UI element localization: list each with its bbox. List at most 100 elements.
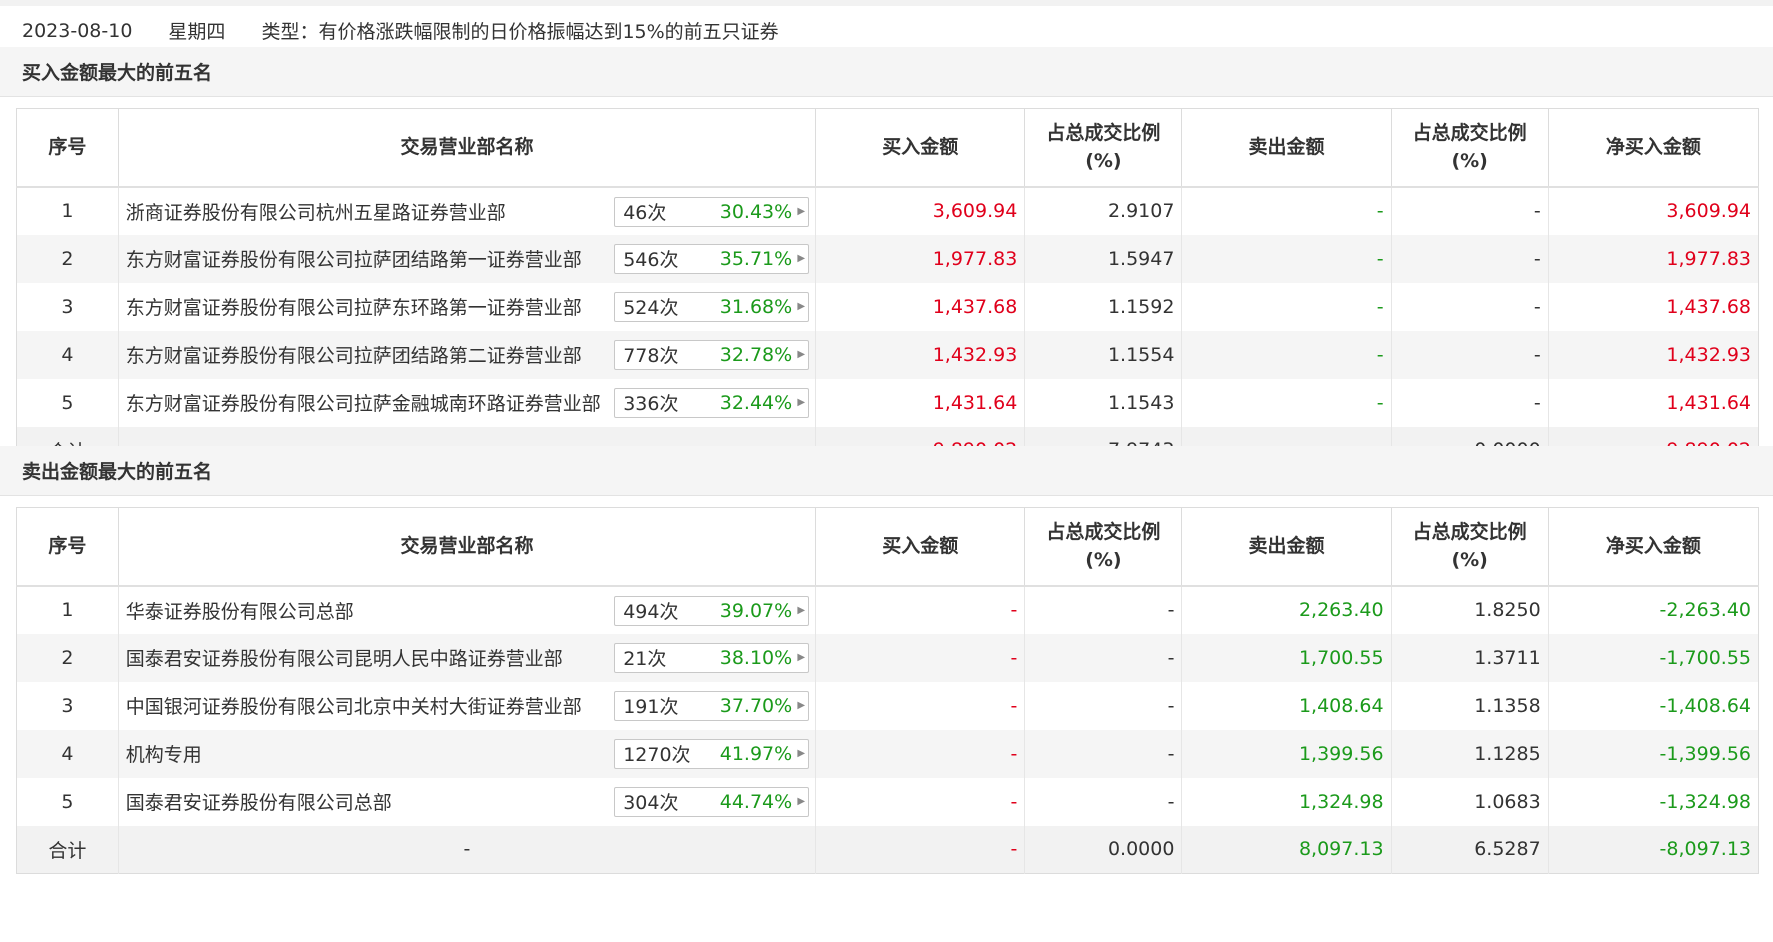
col-header-buy-ratio: 占总成交比例(%) — [1024, 507, 1182, 587]
branch-cell: 华泰证券股份有限公司总部 494次 39.07% ▶ — [117, 585, 816, 634]
table-row[interactable]: 1 浙商证券股份有限公司杭州五星路证券营业部 46次 30.43% ▶ 3,609.94 2… — [17, 186, 1759, 235]
col-header-branch: 交易营业部名称 — [117, 507, 816, 587]
branch-stats-button[interactable]: 46次 30.43% ▶ — [614, 196, 810, 227]
net-amount: 1,432.93 — [1547, 330, 1759, 379]
branch-win-rate: 32.78% — [719, 343, 793, 366]
branch-name-link[interactable]: 东方财富证券股份有限公司拉萨团结路第二证券营业部 — [126, 341, 610, 368]
total-row: 合计 - -0.0000 8,097.13 6.5287 -8,097.13 — [16, 825, 1759, 874]
row-index: 2 — [16, 633, 119, 682]
col-header-buy-ratio: 占总成交比例(%) — [1024, 108, 1182, 188]
branch-cell: 机构专用 1270次 41.97% ▶ — [117, 729, 816, 778]
col-header-index: 序号 — [16, 108, 119, 188]
branch-stats-button[interactable]: 336次 32.44% ▶ — [614, 387, 810, 418]
chevron-right-icon: ▶ — [797, 397, 806, 408]
buy-ratio: - — [1024, 585, 1182, 634]
sell-amount: - — [1181, 282, 1392, 331]
table-row[interactable]: 3 东方财富证券股份有限公司拉萨东环路第一证券营业部 524次 31.68% ▶ 1,43… — [17, 282, 1759, 331]
branch-stats-button[interactable]: 21次 38.10% ▶ — [614, 642, 810, 673]
branch-cell: 东方财富证券股份有限公司拉萨团结路第二证券营业部 778次 32.78% ▶ — [117, 330, 816, 379]
sell-ratio: 1.3711 — [1390, 633, 1549, 682]
branch-name-link[interactable]: 东方财富证券股份有限公司拉萨东环路第一证券营业部 — [126, 293, 610, 320]
sell-top5-table: 序号 交易营业部名称 买入金额 占总成交比例(%) 卖出金额 占总成交比例(%)… — [16, 507, 1759, 874]
col-header-buy: 买入金额 — [815, 108, 1025, 188]
branch-trade-count: 778次 — [623, 345, 679, 367]
sell-ratio: 1.1285 — [1390, 729, 1549, 778]
net-amount: -2,263.40 — [1547, 585, 1759, 634]
table-row[interactable]: 1 华泰证券股份有限公司总部 494次 39.07% ▶ - -2,263.40 1.8250… — [17, 585, 1759, 634]
branch-win-rate: 37.70% — [719, 694, 793, 717]
branch-stats-button[interactable]: 494次 39.07% ▶ — [614, 595, 810, 626]
net-amount: 1,437.68 — [1547, 282, 1759, 331]
sell-ratio: 1.8250 — [1390, 585, 1549, 634]
buy-ratio: 1.1554 — [1024, 330, 1182, 379]
sell-amount: 1,700.55 — [1181, 633, 1392, 682]
branch-trade-count: 1270次 — [623, 744, 691, 766]
net-amount: -1,700.55 — [1547, 633, 1759, 682]
col-header-buy: 买入金额 — [815, 507, 1025, 587]
branch-cell: 东方财富证券股份有限公司拉萨金融城南环路证券营业部 336次 32.44% ▶ — [117, 378, 816, 427]
buy-top5-table: 序号 交易营业部名称 买入金额 占总成交比例(%) 卖出金额 占总成交比例(%)… — [16, 108, 1759, 475]
buy-ratio: - — [1024, 633, 1182, 682]
branch-name-link[interactable]: 机构专用 — [126, 740, 610, 767]
table-row[interactable]: 5 国泰君安证券股份有限公司总部 304次 44.74% ▶ - -1,324.98 1.06… — [17, 777, 1759, 826]
sell-amount: - — [1181, 186, 1392, 235]
buy-amount: - — [815, 729, 1025, 778]
branch-name-link[interactable]: 华泰证券股份有限公司总部 — [126, 597, 610, 624]
buy-ratio: - — [1024, 681, 1182, 730]
branch-stats-button[interactable]: 546次 35.71% ▶ — [614, 243, 810, 274]
branch-stats-button[interactable]: 1270次 41.97% ▶ — [614, 738, 810, 769]
branch-win-rate: 35.71% — [719, 247, 793, 270]
sell-amount: 1,408.64 — [1181, 681, 1392, 730]
branch-trade-count: 191次 — [623, 696, 679, 718]
total-buy-amount: - — [815, 825, 1025, 874]
branch-cell: 中国银河证券股份有限公司北京中关村大街证券营业部 191次 37.70% ▶ — [117, 681, 816, 730]
branch-name-link[interactable]: 浙商证券股份有限公司杭州五星路证券营业部 — [126, 198, 610, 225]
branch-stats-button[interactable]: 778次 32.78% ▶ — [614, 339, 810, 370]
buy-ratio: 2.9107 — [1024, 186, 1182, 235]
branch-name-link[interactable]: 东方财富证券股份有限公司拉萨团结路第一证券营业部 — [126, 245, 610, 272]
table-row[interactable]: 5 东方财富证券股份有限公司拉萨金融城南环路证券营业部 336次 32.44% ▶ 1,4… — [17, 378, 1759, 427]
sell-ratio: - — [1390, 234, 1549, 283]
table-row[interactable]: 4 机构专用 1270次 41.97% ▶ - -1,399.56 1.1285 -1,399.… — [16, 729, 1759, 778]
table-row[interactable]: 4 东方财富证券股份有限公司拉萨团结路第二证券营业部 778次 32.78% ▶ 1,43… — [16, 330, 1759, 379]
row-index: 2 — [16, 234, 119, 283]
branch-stats-button[interactable]: 524次 31.68% ▶ — [614, 291, 810, 322]
branch-trade-count: 46次 — [623, 202, 667, 224]
buy-amount: - — [815, 633, 1025, 682]
branch-cell: 国泰君安证券股份有限公司昆明人民中路证券营业部 21次 38.10% ▶ — [117, 633, 816, 682]
table-header-row: 序号 交易营业部名称 买入金额 占总成交比例(%) 卖出金额 占总成交比例(%)… — [16, 507, 1759, 587]
net-amount: -1,399.56 — [1547, 729, 1759, 778]
total-buy-ratio: 0.0000 — [1024, 825, 1182, 874]
branch-name-link[interactable]: 国泰君安证券股份有限公司昆明人民中路证券营业部 — [126, 644, 610, 671]
trade-date: 2023-08-10 — [22, 19, 133, 42]
table-row[interactable]: 2 国泰君安证券股份有限公司昆明人民中路证券营业部 21次 38.10% ▶ - -1,70… — [16, 633, 1759, 682]
sell-ratio: - — [1390, 282, 1549, 331]
table-header-row: 序号 交易营业部名称 买入金额 占总成交比例(%) 卖出金额 占总成交比例(%)… — [16, 108, 1759, 188]
row-index: 5 — [61, 790, 74, 813]
list-type: 类型：有价格涨跌幅限制的日价格振幅达到15%的前五只证券 — [261, 21, 779, 43]
branch-name-link[interactable]: 中国银河证券股份有限公司北京中关村大街证券营业部 — [126, 692, 610, 719]
buy-amount: 1,977.83 — [815, 234, 1025, 283]
branch-win-rate: 44.74% — [719, 790, 793, 813]
sell-amount: - — [1181, 330, 1392, 379]
branch-name-link[interactable]: 东方财富证券股份有限公司拉萨金融城南环路证券营业部 — [126, 389, 610, 416]
chevron-right-icon: ▶ — [797, 748, 806, 759]
buy-section-title: 买入金额最大的前五名 — [0, 47, 1773, 97]
branch-trade-count: 336次 — [623, 393, 679, 415]
table-row[interactable]: 2 东方财富证券股份有限公司拉萨团结路第一证券营业部 546次 35.71% ▶ 1,97… — [16, 234, 1759, 283]
branch-name-link[interactable]: 国泰君安证券股份有限公司总部 — [126, 788, 610, 815]
row-index: 3 — [61, 694, 74, 717]
net-amount: -1,408.64 — [1547, 681, 1759, 730]
buy-amount: - — [815, 777, 1025, 826]
total-label: 合计 — [16, 825, 119, 874]
buy-amount: 3,609.94 — [815, 186, 1025, 235]
branch-stats-button[interactable]: 304次 44.74% ▶ — [614, 786, 810, 817]
total-sell-ratio: 6.5287 — [1390, 825, 1549, 874]
col-header-sell: 卖出金额 — [1181, 108, 1392, 188]
trade-weekday: 星期四 — [168, 21, 226, 43]
branch-stats-button[interactable]: 191次 37.70% ▶ — [614, 690, 810, 721]
sell-amount: 1,324.98 — [1181, 777, 1392, 826]
net-amount: -1,324.98 — [1547, 777, 1759, 826]
chevron-right-icon: ▶ — [797, 700, 806, 711]
table-row[interactable]: 3 中国银河证券股份有限公司北京中关村大街证券营业部 191次 37.70% ▶ - -1,… — [17, 681, 1759, 730]
